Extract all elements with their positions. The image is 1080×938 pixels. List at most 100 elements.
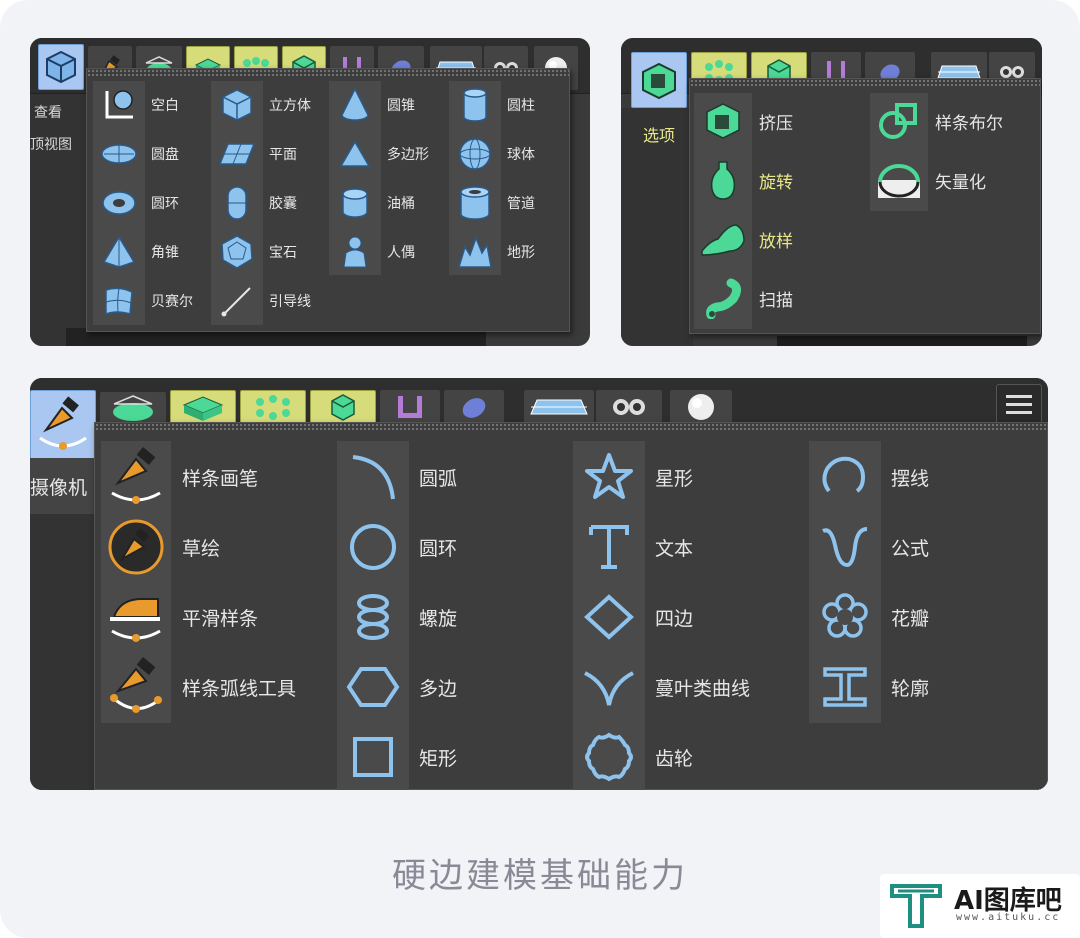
extrude-icon xyxy=(697,95,749,147)
subdivision-tool-icon[interactable] xyxy=(170,390,236,424)
menu-item-lathe[interactable]: 旋转 xyxy=(697,154,793,206)
menu-item-oil-tank[interactable]: 油桶 xyxy=(335,183,415,223)
menu-item-sweep[interactable]: 扫描 xyxy=(697,272,793,324)
menu-item-formula[interactable]: 公式 xyxy=(813,515,929,579)
menu-item-label: 摆线 xyxy=(891,467,930,490)
menu-item-label: 圆锥 xyxy=(387,98,415,114)
menu-item-label: 样条布尔 xyxy=(935,113,1003,134)
menu-item-spline-arc-tool[interactable]: 样条弧线工具 xyxy=(104,655,296,719)
landscape-icon xyxy=(455,232,495,272)
menu-item-spline-boolean[interactable]: 样条布尔 xyxy=(873,95,1003,147)
camera-tool-icon[interactable] xyxy=(596,390,662,424)
menu-item-label: 平面 xyxy=(269,147,297,163)
menu-item-flower[interactable]: 花瓣 xyxy=(813,585,929,649)
flower-icon xyxy=(813,585,877,649)
bezier-surface-icon xyxy=(99,281,139,321)
menu-item-star[interactable]: 星形 xyxy=(577,445,693,509)
menu-item-pyramid[interactable]: 角锥 xyxy=(99,232,179,272)
menu-item-label: 蔓叶类曲线 xyxy=(655,677,751,700)
menu-item-sphere[interactable]: 球体 xyxy=(455,134,535,174)
menu-item-guide[interactable]: 引导线 xyxy=(217,281,311,321)
dropdown-grip[interactable] xyxy=(87,69,569,77)
field-tool-icon[interactable] xyxy=(444,390,504,424)
lathe-icon xyxy=(697,154,749,206)
rectangle-icon xyxy=(341,725,405,789)
menu-item-quad[interactable]: 四边 xyxy=(577,585,693,649)
menu-item-profile[interactable]: 轮廓 xyxy=(813,655,929,719)
dropdown-grip[interactable] xyxy=(690,79,1040,87)
menu-item-extrude[interactable]: 挤压 xyxy=(697,95,793,147)
floor-tool-icon[interactable] xyxy=(524,390,594,424)
menu-item-label: 矩形 xyxy=(419,747,458,770)
text-icon xyxy=(577,515,641,579)
menu-item-tube[interactable]: 管道 xyxy=(455,183,535,223)
menu-item-helix[interactable]: 螺旋 xyxy=(341,585,457,649)
menu-item-label: 矢量化 xyxy=(935,172,986,193)
menu-item-spline-pen[interactable]: 样条画笔 xyxy=(104,445,258,509)
spline-pen-tool-icon[interactable] xyxy=(30,390,96,460)
menu-item-cogwheel[interactable]: 齿轮 xyxy=(577,725,693,789)
menu-item-figure[interactable]: 人偶 xyxy=(335,232,415,272)
deformer-tool-icon[interactable] xyxy=(380,390,440,424)
menu-item-circle[interactable]: 圆环 xyxy=(341,515,457,579)
cube-icon xyxy=(217,85,257,125)
cycloid-icon xyxy=(813,445,877,509)
menu-item-cissoid[interactable]: 蔓叶类曲线 xyxy=(577,655,750,719)
extrude-tool-icon[interactable] xyxy=(631,52,687,108)
torus-icon xyxy=(99,183,139,223)
side-label-camera[interactable]: 摄像机 xyxy=(30,473,87,500)
menu-item-label: 齿轮 xyxy=(655,747,694,770)
pyramid-icon xyxy=(99,232,139,272)
cogwheel-icon xyxy=(577,725,641,789)
menu-item-label: 圆柱 xyxy=(507,98,535,114)
menu-item-vectorize[interactable]: 矢量化 xyxy=(873,154,986,206)
cloner-tool-icon[interactable] xyxy=(240,390,306,424)
menu-item-polygon[interactable]: 多边形 xyxy=(335,134,429,174)
menu-item-cycloid[interactable]: 摆线 xyxy=(813,445,929,509)
menu-item-disc[interactable]: 圆盘 xyxy=(99,134,179,174)
menu-item-null[interactable]: 空白 xyxy=(99,85,179,125)
menu-item-landscape[interactable]: 地形 xyxy=(455,232,535,272)
side-label-top-view[interactable]: 顶视图 xyxy=(30,134,72,154)
menu-item-torus[interactable]: 圆环 xyxy=(99,183,179,223)
bend-tool-icon[interactable] xyxy=(100,392,166,424)
arc-icon xyxy=(341,445,405,509)
menu-item-rectangle[interactable]: 矩形 xyxy=(341,725,457,789)
hexagon-icon xyxy=(341,655,405,719)
side-label-view[interactable]: 查看 xyxy=(34,102,62,122)
menu-item-label: 贝赛尔 xyxy=(151,294,193,310)
menu-item-sketch[interactable]: 草绘 xyxy=(104,515,220,579)
menu-item-label: 平滑样条 xyxy=(182,607,259,630)
smooth-spline-icon xyxy=(104,585,168,649)
menu-item-arc[interactable]: 圆弧 xyxy=(341,445,457,509)
menu-item-capsule[interactable]: 胶囊 xyxy=(217,183,297,223)
menu-item-smooth-spline[interactable]: 平滑样条 xyxy=(104,585,258,649)
menu-item-label: 多边 xyxy=(419,677,458,700)
side-panel: 查看 顶视图 xyxy=(30,94,88,346)
oil-tank-icon xyxy=(335,183,375,223)
circle-icon xyxy=(341,515,405,579)
menu-item-cone[interactable]: 圆锥 xyxy=(335,85,415,125)
side-panel: 选项 xyxy=(621,108,693,346)
vectorize-icon xyxy=(873,154,925,206)
plane-icon xyxy=(217,134,257,174)
menu-item-label: 引导线 xyxy=(269,294,311,310)
hamburger-menu-icon[interactable] xyxy=(996,384,1042,424)
menu-item-plane[interactable]: 平面 xyxy=(217,134,297,174)
light-tool-icon[interactable] xyxy=(670,390,732,424)
menu-item-cube[interactable]: 立方体 xyxy=(217,85,311,125)
side-label-options[interactable]: 选项 xyxy=(643,122,675,146)
menu-item-loft[interactable]: 放样 xyxy=(697,213,793,265)
menu-item-bezier[interactable]: 贝赛尔 xyxy=(99,281,193,321)
star-icon xyxy=(577,445,641,509)
cone-icon xyxy=(335,85,375,125)
quad-icon xyxy=(577,585,641,649)
green-cube-icon[interactable] xyxy=(310,390,376,424)
menu-item-text[interactable]: 文本 xyxy=(577,515,693,579)
menu-item-cylinder[interactable]: 圆柱 xyxy=(455,85,535,125)
menu-item-hexagon[interactable]: 多边 xyxy=(341,655,457,719)
menu-item-gem[interactable]: 宝石 xyxy=(217,232,297,272)
dropdown-grip[interactable] xyxy=(95,423,1047,431)
cube-tool-icon[interactable] xyxy=(38,44,84,90)
sweep-icon xyxy=(697,272,749,324)
